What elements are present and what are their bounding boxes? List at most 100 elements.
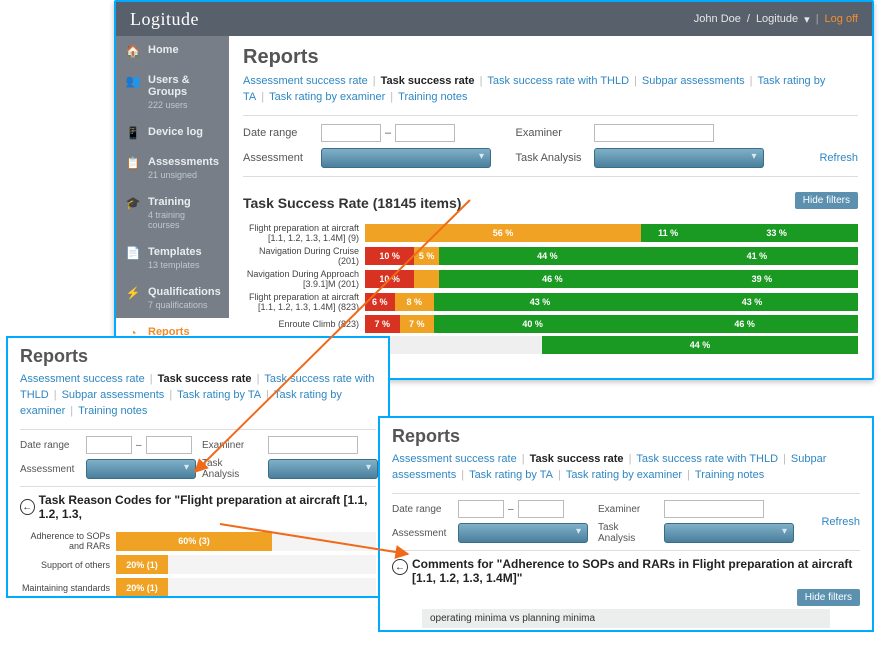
reason-codes-title: Task Reason Codes for "Flight preparatio… [39, 493, 376, 521]
reason-row[interactable]: Support of others20% (1) [20, 555, 376, 574]
date-to-input[interactable] [518, 500, 564, 518]
back-icon[interactable]: ← [392, 559, 408, 575]
sidebar-item-home[interactable]: 🏠Home [116, 36, 229, 66]
chart-segment[interactable]: 8 % [395, 293, 434, 311]
task-success-chart: Flight preparation at aircraft [1.1, 1.2… [243, 223, 858, 354]
topbar-user: John Doe / Logitude ▾ | Log off [694, 13, 858, 26]
tab-task-success-rate[interactable]: Task success rate [158, 373, 252, 385]
tab-task-success-rate[interactable]: Task success rate [381, 75, 475, 87]
comments-title: Comments for "Adherence to SOPs and RARs… [412, 557, 860, 585]
chart-segment[interactable]: 10 % [365, 270, 414, 288]
tab-training-notes[interactable]: Training notes [695, 469, 764, 481]
task-analysis-select[interactable] [268, 459, 378, 479]
sidebar-item-device-log[interactable]: 📱Device log [116, 118, 229, 148]
reason-row[interactable]: Maintaining standards20% (1) [20, 578, 376, 597]
examiner-input[interactable] [268, 436, 358, 454]
tab-assessment-success-rate[interactable]: Assessment success rate [243, 75, 368, 87]
tab-subpar-assessments[interactable]: Subpar assessments [642, 75, 745, 87]
sidebar-item-users-groups[interactable]: 👥Users & Groups222 users [116, 66, 229, 118]
assessment-label: Assessment [243, 152, 313, 164]
sidebar-item-training[interactable]: 🎓Training4 training courses [116, 188, 229, 238]
chart-segment[interactable]: 40 % [434, 315, 631, 333]
chart-segment[interactable]: 5 % [414, 247, 439, 265]
sidebar-item-assessments[interactable]: 📋Assessments21 unsigned [116, 148, 229, 188]
user-org[interactable]: Logitude [756, 13, 798, 25]
logoff-link[interactable]: Log off [825, 13, 858, 25]
user-name[interactable]: John Doe [694, 13, 741, 25]
chart-segment[interactable]: 7 % [400, 315, 435, 333]
chart-segment[interactable]: 33 % [695, 224, 858, 242]
chart-row[interactable]: Navigation During Cruise (201)10 %5 %44 … [243, 246, 858, 266]
tab-task-rating-by-examiner[interactable]: Task rating by examiner [566, 469, 682, 481]
date-from-input[interactable] [86, 436, 132, 454]
chart-segment[interactable]: 46 % [439, 270, 666, 288]
sidebar-icon: 📄 [126, 246, 140, 260]
chart-segment[interactable]: 46 % [631, 315, 858, 333]
page-title: Reports [243, 46, 858, 69]
chart-segment[interactable]: 41 % [656, 247, 858, 265]
sidebar-item-templates[interactable]: 📄Templates13 templates [116, 238, 229, 278]
tab-training-notes[interactable]: Training notes [398, 91, 467, 103]
tab-training-notes[interactable]: Training notes [78, 405, 147, 417]
task-analysis-label: Task Analysis [516, 152, 586, 164]
chart-segment[interactable]: 43 % [434, 293, 646, 311]
chart-segment[interactable]: 44 % [542, 336, 858, 354]
chart-title: Task Success Rate (18145 items) [243, 195, 461, 211]
chart-row[interactable]: Flight preparation at aircraft [1.1, 1.2… [243, 223, 858, 243]
comment-row: operating minima vs planning minima [422, 609, 830, 628]
task-analysis-select[interactable] [594, 148, 764, 168]
chart-row[interactable]: Enroute Climb (823)7 %7 %40 %46 % [243, 315, 858, 333]
chevron-down-icon[interactable]: ▾ [804, 13, 810, 26]
date-from-input[interactable] [458, 500, 504, 518]
chart-segment[interactable]: 7 % [365, 315, 400, 333]
tab-task-rating-by-ta[interactable]: Task rating by TA [469, 469, 553, 481]
date-range-label: Date range [243, 127, 313, 139]
hide-filters-button[interactable]: Hide filters [797, 589, 860, 606]
chart-row[interactable]: Navigation During Approach [3.9.1]M (201… [243, 269, 858, 289]
tab-task-rating-by-examiner[interactable]: Task rating by examiner [269, 91, 385, 103]
assessment-select[interactable] [458, 523, 588, 543]
chart-segment[interactable] [414, 270, 439, 288]
sidebar-icon: ⚡ [126, 286, 140, 300]
refresh-link[interactable]: Refresh [788, 152, 858, 164]
chart-segment[interactable]: 11 % [641, 224, 695, 242]
tab-task-success-rate[interactable]: Task success rate [530, 453, 624, 465]
hide-filters-button[interactable]: Hide filters [795, 192, 858, 209]
topbar: Logitude John Doe / Logitude ▾ | Log off [116, 2, 872, 36]
sidebar-item-qualifications[interactable]: ⚡Qualifications7 qualifications [116, 278, 229, 318]
sidebar: 🏠Home👥Users & Groups222 users📱Device log… [116, 36, 229, 378]
tab-task-success-rate-with-thld[interactable]: Task success rate with THLD [487, 75, 629, 87]
sidebar-icon: 📱 [126, 126, 140, 140]
filters-bar: Date range – Examiner Assessment Task An… [20, 429, 376, 487]
chart-segment[interactable]: 6 % [365, 293, 395, 311]
filters-bar: Date range – Examiner Assessment Task An… [243, 115, 858, 177]
date-to-input[interactable] [395, 124, 455, 142]
comments-list: operating minima vs planning minimaFuel … [392, 609, 860, 632]
assessment-select[interactable] [86, 459, 196, 479]
tab-task-success-rate-with-thld[interactable]: Task success rate with THLD [636, 453, 778, 465]
tab-assessment-success-rate[interactable]: Assessment success rate [392, 453, 517, 465]
refresh-link[interactable]: Refresh [821, 516, 860, 528]
sidebar-icon: 🎓 [126, 196, 140, 210]
examiner-label: Examiner [516, 127, 586, 139]
chart-segment[interactable]: 44 % [439, 247, 656, 265]
tab-task-rating-by-ta[interactable]: Task rating by TA [177, 389, 261, 401]
sidebar-icon: 📋 [126, 156, 140, 170]
tab-assessment-success-rate[interactable]: Assessment success rate [20, 373, 145, 385]
chart-row[interactable]: Flight preparation at aircraft [1.1, 1.2… [243, 292, 858, 312]
chart-segment[interactable]: 39 % [666, 270, 858, 288]
date-from-input[interactable] [321, 124, 381, 142]
reason-row[interactable]: Adherence to SOPs and RARs60% (3) [20, 531, 376, 551]
examiner-input[interactable] [664, 500, 764, 518]
sidebar-icon: 🏠 [126, 44, 140, 58]
chart-segment[interactable]: 43 % [646, 293, 858, 311]
back-icon[interactable]: ← [20, 499, 35, 515]
task-analysis-select[interactable] [664, 523, 794, 543]
chart-segment[interactable]: 10 % [365, 247, 414, 265]
chart-segment[interactable]: 56 % [365, 224, 641, 242]
date-to-input[interactable] [146, 436, 192, 454]
assessment-select[interactable] [321, 148, 491, 168]
main-app-window: Logitude John Doe / Logitude ▾ | Log off… [114, 0, 874, 380]
tab-subpar-assessments[interactable]: Subpar assessments [62, 389, 165, 401]
examiner-input[interactable] [594, 124, 714, 142]
